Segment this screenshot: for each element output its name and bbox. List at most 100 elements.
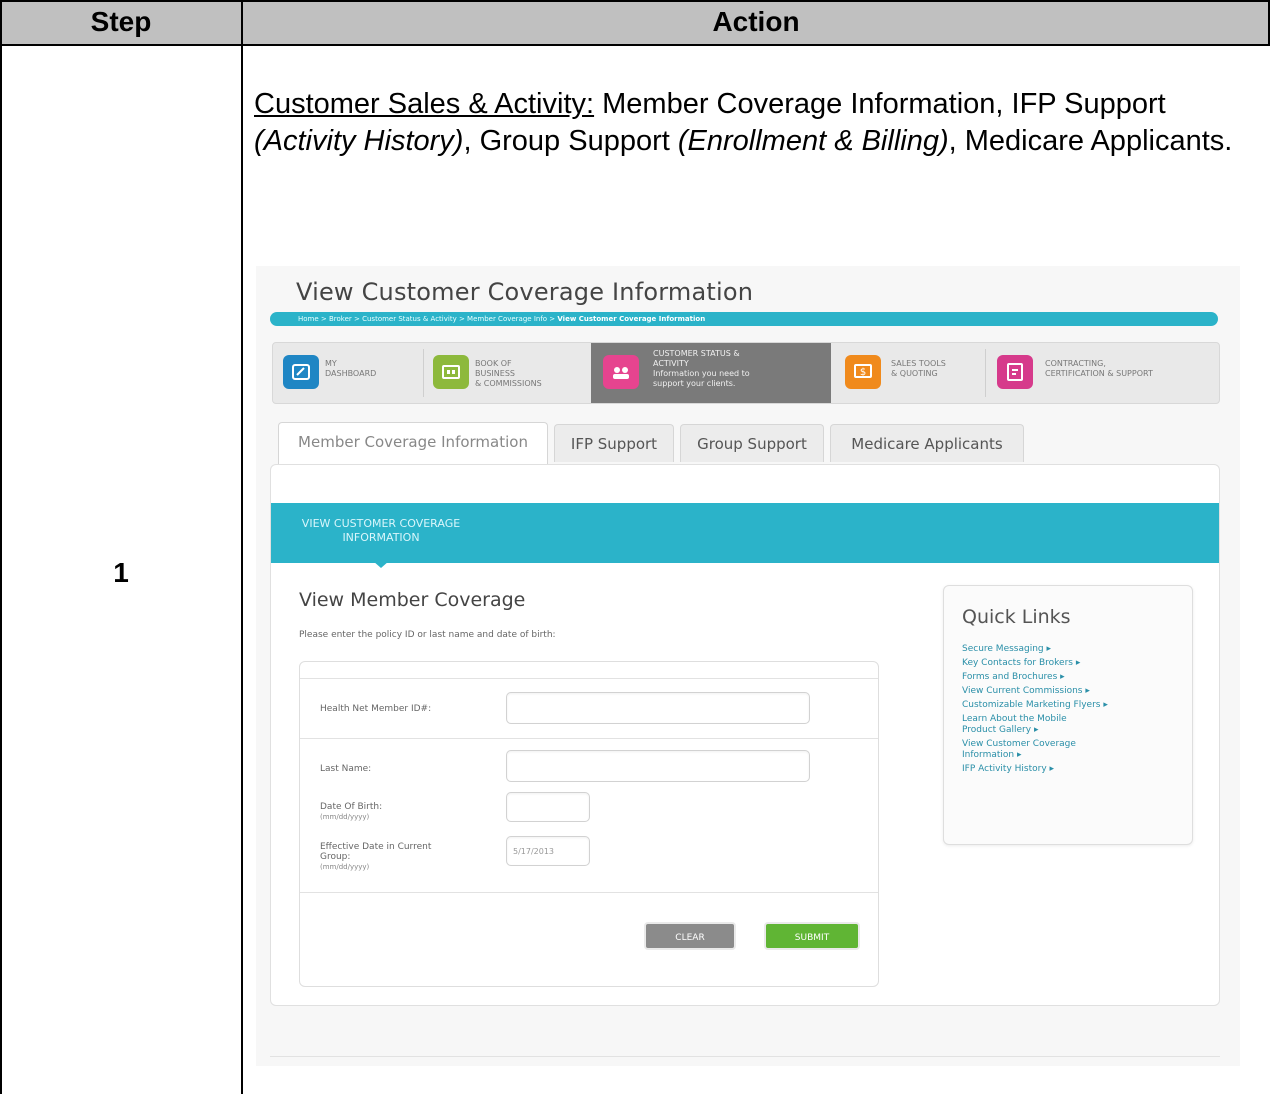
quick-links-title: Quick Links [962,606,1071,628]
nav-label: CONTRACTING, CERTIFICATION & SUPPORT [1045,359,1153,379]
quick-link[interactable]: Learn About the Mobile Product Gallery ▸ [962,714,1082,736]
nav-label: CUSTOMER STATUS & ACTIVITY Information you… [653,349,750,389]
nav-label-line: BOOK OF [475,359,512,368]
dollar-icon: $ [845,355,881,389]
nav-customer-status[interactable]: CUSTOMER STATUS & ACTIVITY Information you… [591,343,831,403]
submit-button[interactable]: SUBMIT [764,922,860,950]
nav-contracting[interactable]: CONTRACTING, CERTIFICATION & SUPPORT [987,343,1221,403]
action-column-header: Action [242,0,1270,44]
nav-divider [985,349,986,397]
dob-input[interactable] [506,792,590,822]
tab-member-coverage[interactable]: Member Coverage Information [278,422,548,464]
quick-link-text[interactable]: IFP Activity History [962,764,1047,774]
section-instruction: Please enter the policy ID or last name … [299,630,556,640]
member-id-input[interactable] [506,692,810,724]
effective-date-input[interactable]: 5/17/2013 [506,836,590,866]
quick-link[interactable]: Key Contacts for Brokers ▸ [962,658,1192,669]
breadcrumb[interactable]: Home > Broker > Customer Status & Activi… [270,312,1218,326]
section-banner: VIEW CUSTOMER COVERAGE INFORMATION [271,503,1219,563]
book-icon [433,355,469,389]
member-id-label: Health Net Member ID#: [320,704,432,714]
quick-link[interactable]: View Customer Coverage Information ▸ [962,739,1082,761]
arrow-right-icon: ▸ [1049,764,1055,774]
instruction-text: , Group Support [463,125,678,157]
page-title: View Customer Coverage Information [296,278,754,306]
quick-link-text[interactable]: Learn About the Mobile Product Gallery [962,714,1067,735]
clear-button[interactable]: CLEAR [644,922,736,950]
arrow-right-icon: ▸ [1060,672,1065,682]
quick-link-text[interactable]: Customizable Marketing Flyers [962,700,1100,710]
svg-text:$: $ [860,367,866,378]
nav-label-line: CUSTOMER STATUS & [653,349,740,358]
table-header-divider [0,44,1270,46]
instruction-text: Member Coverage Information, IFP Support [594,88,1166,120]
arrow-right-icon: ▸ [1016,750,1022,760]
nav-label-line: SALES TOOLS [891,359,946,368]
nav-label-line: CERTIFICATION & SUPPORT [1045,369,1153,378]
effective-date-label-line: Effective Date in Current [320,842,432,852]
dob-label: Date Of Birth: (mm/dd/yyyy) [320,802,382,822]
quick-link[interactable]: Forms and Brochures ▸ [962,672,1192,683]
nav-sales-tools[interactable]: $ SALES TOOLS & QUOTING [833,343,983,403]
table-border-left [0,0,2,1094]
arrow-right-icon: ▸ [1075,658,1081,668]
quick-link-text[interactable]: Key Contacts for Brokers [962,658,1073,668]
quick-link-text[interactable]: View Current Commissions [962,686,1083,696]
step-column-header: Step [0,0,242,44]
quick-links-list: Secure Messaging ▸ Key Contacts for Brok… [962,644,1192,778]
nav-my-dashboard[interactable]: MY DASHBOARD [273,343,423,403]
tab-ifp-support[interactable]: IFP Support [554,424,674,462]
nav-label: BOOK OF BUSINESS & COMMISSIONS [475,359,542,389]
nav-divider [423,349,424,397]
breadcrumb-current: View Customer Coverage Information [557,315,706,323]
form-divider [300,892,878,893]
instruction-italic: (Enrollment & Billing) [677,125,949,157]
table-column-divider [241,0,243,1094]
nav-label: SALES TOOLS & QUOTING [891,359,946,379]
effective-date-label: Effective Date in Current Group: (mm/dd/yy… [320,842,431,872]
document-table: Step Action 1 Customer Sales & Activity:… [0,0,1270,1094]
quick-link[interactable]: IFP Activity History ▸ [962,764,1192,775]
footer-divider [270,1056,1220,1057]
nav-label: MY DASHBOARD [325,359,376,379]
table-border-top [0,0,1270,2]
effective-date-format-hint: (mm/dd/yyyy) [320,863,370,871]
quick-link-text[interactable]: Secure Messaging [962,644,1044,654]
arrow-right-icon: ▸ [1046,644,1052,654]
step-number: 1 [113,557,129,588]
main-nav: MY DASHBOARD BOOK OF BUSINESS & COMMISSIONS… [272,342,1220,404]
form-divider [300,738,878,739]
section-title: View Member Coverage [299,589,526,611]
nav-label-line: MY [325,359,337,368]
dob-label-text: Date Of Birth: [320,802,383,812]
banner-label[interactable]: VIEW CUSTOMER COVERAGE INFORMATION [281,517,481,545]
people-icon [603,355,639,389]
coverage-form: Health Net Member ID#: Last Name: Date O… [299,661,879,987]
quick-link[interactable]: Customizable Marketing Flyers ▸ [962,700,1192,711]
quick-links-panel: Quick Links Secure Messaging ▸ Key Conta… [943,585,1193,845]
embedded-screenshot: View Customer Coverage Information Home … [256,266,1240,1066]
certificate-icon [997,355,1033,389]
nav-book-of-business[interactable]: BOOK OF BUSINESS & COMMISSIONS [425,343,591,403]
quick-link[interactable]: Secure Messaging ▸ [962,644,1192,655]
banner-pointer [373,561,389,568]
dob-format-hint: (mm/dd/yyyy) [320,813,370,821]
instruction-lead: Customer Sales & Activity: [254,88,595,120]
quick-link[interactable]: View Current Commissions ▸ [962,686,1192,697]
last-name-label: Last Name: [320,764,372,774]
nav-label-line: DASHBOARD [325,369,377,378]
instruction-text: , Medicare Applicants. [948,125,1233,157]
content-panel: VIEW CUSTOMER COVERAGE INFORMATION View … [270,464,1220,1006]
arrow-right-icon: ▸ [1085,686,1090,696]
nav-label-line: Information you need to [653,369,750,378]
last-name-input[interactable] [506,750,810,782]
breadcrumb-path[interactable]: Home > Broker > Customer Status & Activi… [298,315,557,323]
quick-link-text[interactable]: Forms and Brochures [962,672,1057,682]
tab-group-support[interactable]: Group Support [680,424,824,462]
nav-label-line: CONTRACTING, [1045,359,1106,368]
tab-medicare-applicants[interactable]: Medicare Applicants [830,424,1024,462]
nav-label-line: ACTIVITY [653,359,689,368]
form-divider [300,678,878,679]
effective-date-label-line: Group: [320,852,351,862]
arrow-right-icon: ▸ [1103,700,1108,710]
